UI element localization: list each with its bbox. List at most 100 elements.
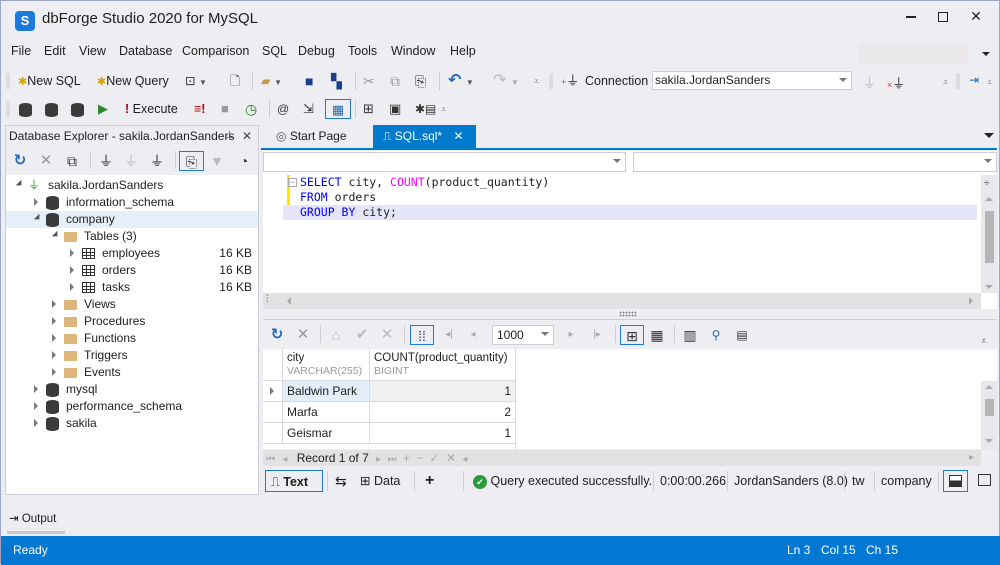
add-result-button[interactable]: +: [425, 470, 434, 492]
toggle-maximize-button[interactable]: [973, 470, 998, 492]
scroll-down-icon[interactable]: [985, 285, 993, 289]
collapsed-arrow-icon[interactable]: [52, 300, 56, 308]
toolbar-grip[interactable]: [6, 73, 10, 89]
find-icon[interactable]: ⚲: [706, 325, 726, 345]
collapsed-arrow-icon[interactable]: [34, 402, 38, 410]
connect-icon[interactable]: ⏚: [121, 151, 141, 171]
collapsed-arrow-icon[interactable]: [70, 266, 74, 274]
tree-node[interactable]: performance_schema: [6, 398, 258, 415]
output-tab[interactable]: ⇥ Output: [9, 511, 56, 527]
tree-node[interactable]: employees 16 KB: [6, 245, 258, 262]
next-page-icon[interactable]: ▸: [561, 325, 581, 345]
disconnect-icon[interactable]: ⏚: [147, 151, 167, 171]
minimize-button[interactable]: [896, 7, 926, 25]
menu-file[interactable]: File: [11, 44, 31, 58]
new-object-button[interactable]: ⊡ ▼: [185, 71, 207, 91]
toggle-results-pane-button[interactable]: [943, 470, 968, 492]
editor-horizontal-scrollbar[interactable]: ⫶: [263, 293, 981, 309]
collapsed-arrow-icon[interactable]: [34, 198, 38, 206]
collapsed-arrow-icon[interactable]: [70, 249, 74, 257]
discard-icon[interactable]: ✕: [377, 325, 397, 345]
save-all-button[interactable]: ▚: [331, 71, 342, 91]
grid-cell[interactable]: 2: [370, 402, 516, 423]
profiler-button[interactable]: ▣: [389, 99, 401, 119]
column-header[interactable]: city VARCHAR(255): [283, 349, 370, 381]
history-button[interactable]: ◷: [245, 99, 257, 119]
menu-overflow-icon[interactable]: [982, 52, 990, 56]
code-area[interactable]: SELECT city, COUNT(product_quantity) FROM…: [283, 175, 977, 220]
scroll-right-icon[interactable]: ▸: [969, 450, 974, 466]
toolbar-overflow-icon[interactable]: ⩡: [987, 77, 992, 88]
swap-button[interactable]: ⇆: [335, 470, 347, 492]
open-button[interactable]: ▰ ▼: [261, 71, 282, 91]
tab-start-page[interactable]: ◎ Start Page: [266, 125, 357, 149]
menu-tools[interactable]: Tools: [348, 44, 377, 58]
card-view-icon[interactable]: ▦: [647, 325, 667, 345]
edit-row-icon[interactable]: ⌂: [326, 325, 346, 345]
delete-icon[interactable]: ✕: [36, 151, 56, 171]
next-record-icon[interactable]: ▸: [376, 454, 381, 465]
menu-comparison[interactable]: Comparison: [182, 44, 249, 58]
new-sql-button[interactable]: ✱New SQL: [18, 71, 81, 91]
tree-node[interactable]: mysql: [6, 381, 258, 398]
member-select[interactable]: [633, 152, 997, 172]
scroll-thumb[interactable]: [985, 399, 994, 416]
collapsed-arrow-icon[interactable]: [34, 419, 38, 427]
panel-close-icon[interactable]: ✕: [242, 126, 252, 146]
new-connection-icon[interactable]: ⏚: [96, 151, 116, 171]
scroll-up-icon[interactable]: [985, 197, 993, 201]
collapsed-arrow-icon[interactable]: [52, 351, 56, 359]
menu-view[interactable]: View: [79, 44, 106, 58]
stop-button[interactable]: ■: [221, 99, 229, 119]
menu-edit[interactable]: Edit: [44, 44, 66, 58]
page-size-select[interactable]: 1000: [492, 325, 554, 345]
pin-icon[interactable]: ⊥: [225, 126, 234, 146]
grid-split-icon[interactable]: ⩡: [981, 336, 997, 348]
copy-objects-icon[interactable]: ⎘: [179, 151, 204, 171]
tree-node[interactable]: orders 16 KB: [6, 262, 258, 279]
new-report-button[interactable]: ✱▤: [415, 99, 436, 119]
tree-node[interactable]: tasks 16 KB: [6, 279, 258, 296]
cancel-record-icon[interactable]: ✕: [446, 451, 456, 465]
maximize-button[interactable]: [928, 7, 958, 25]
grid-view-icon[interactable]: ⊞: [620, 325, 644, 345]
new-file-button[interactable]: 🗋: [230, 71, 240, 91]
collapsed-arrow-icon[interactable]: [34, 385, 38, 393]
connect-button[interactable]: ⏚: [863, 73, 876, 92]
menu-database[interactable]: Database: [119, 44, 173, 58]
delete-record-icon[interactable]: −: [416, 451, 423, 465]
validate-database-button[interactable]: [71, 99, 84, 119]
code-line[interactable]: SELECT city, COUNT(product_quantity): [283, 175, 977, 190]
tree-node[interactable]: information_schema: [6, 194, 258, 211]
menu-debug[interactable]: Debug: [298, 44, 335, 58]
undo-button[interactable]: ↶ ▼: [448, 71, 474, 91]
apply-record-icon[interactable]: ✓: [430, 451, 440, 465]
collapsed-arrow-icon[interactable]: [52, 317, 56, 325]
toolbar-overflow-icon[interactable]: ⩡: [943, 77, 948, 88]
grid-cell[interactable]: 1: [370, 381, 516, 402]
code-line[interactable]: FROM orders: [283, 190, 977, 205]
cut-button[interactable]: ✂: [363, 71, 375, 91]
query-builder-button[interactable]: ⊞: [363, 99, 374, 119]
expanded-arrow-icon[interactable]: [33, 213, 43, 223]
column-header[interactable]: COUNT(product_quantity) BIGINT: [370, 349, 516, 381]
grid-cell[interactable]: Baldwin Park: [283, 381, 370, 402]
tree-node[interactable]: Triggers: [6, 347, 258, 364]
split-horizontal-icon[interactable]: ⫶: [266, 294, 269, 305]
toolbar-overflow-icon[interactable]: ⩡: [441, 99, 446, 119]
tree-node[interactable]: Tables (3): [6, 228, 258, 245]
disconnect-button[interactable]: ×⏚: [887, 73, 905, 92]
toolbar-overflow-icon[interactable]: ⩡: [534, 71, 539, 91]
execute-button[interactable]: ! Execute: [125, 99, 178, 119]
data-view-button[interactable]: ⊞ Data: [360, 470, 400, 492]
grid-cell[interactable]: 1: [370, 423, 516, 444]
tabs-overflow-icon[interactable]: [984, 133, 994, 138]
first-record-icon[interactable]: ⏮: [266, 454, 275, 465]
sql-editor[interactable]: − SELECT city, COUNT(product_quantity) FR…: [263, 151, 997, 309]
collapsed-arrow-icon[interactable]: [52, 334, 56, 342]
menu-help[interactable]: Help: [450, 44, 476, 58]
menu-sql[interactable]: SQL: [262, 44, 287, 58]
collapsed-arrow-icon[interactable]: [52, 368, 56, 376]
grid-cell[interactable]: Geismar: [283, 423, 370, 444]
cancel-icon[interactable]: ✕: [293, 325, 313, 345]
